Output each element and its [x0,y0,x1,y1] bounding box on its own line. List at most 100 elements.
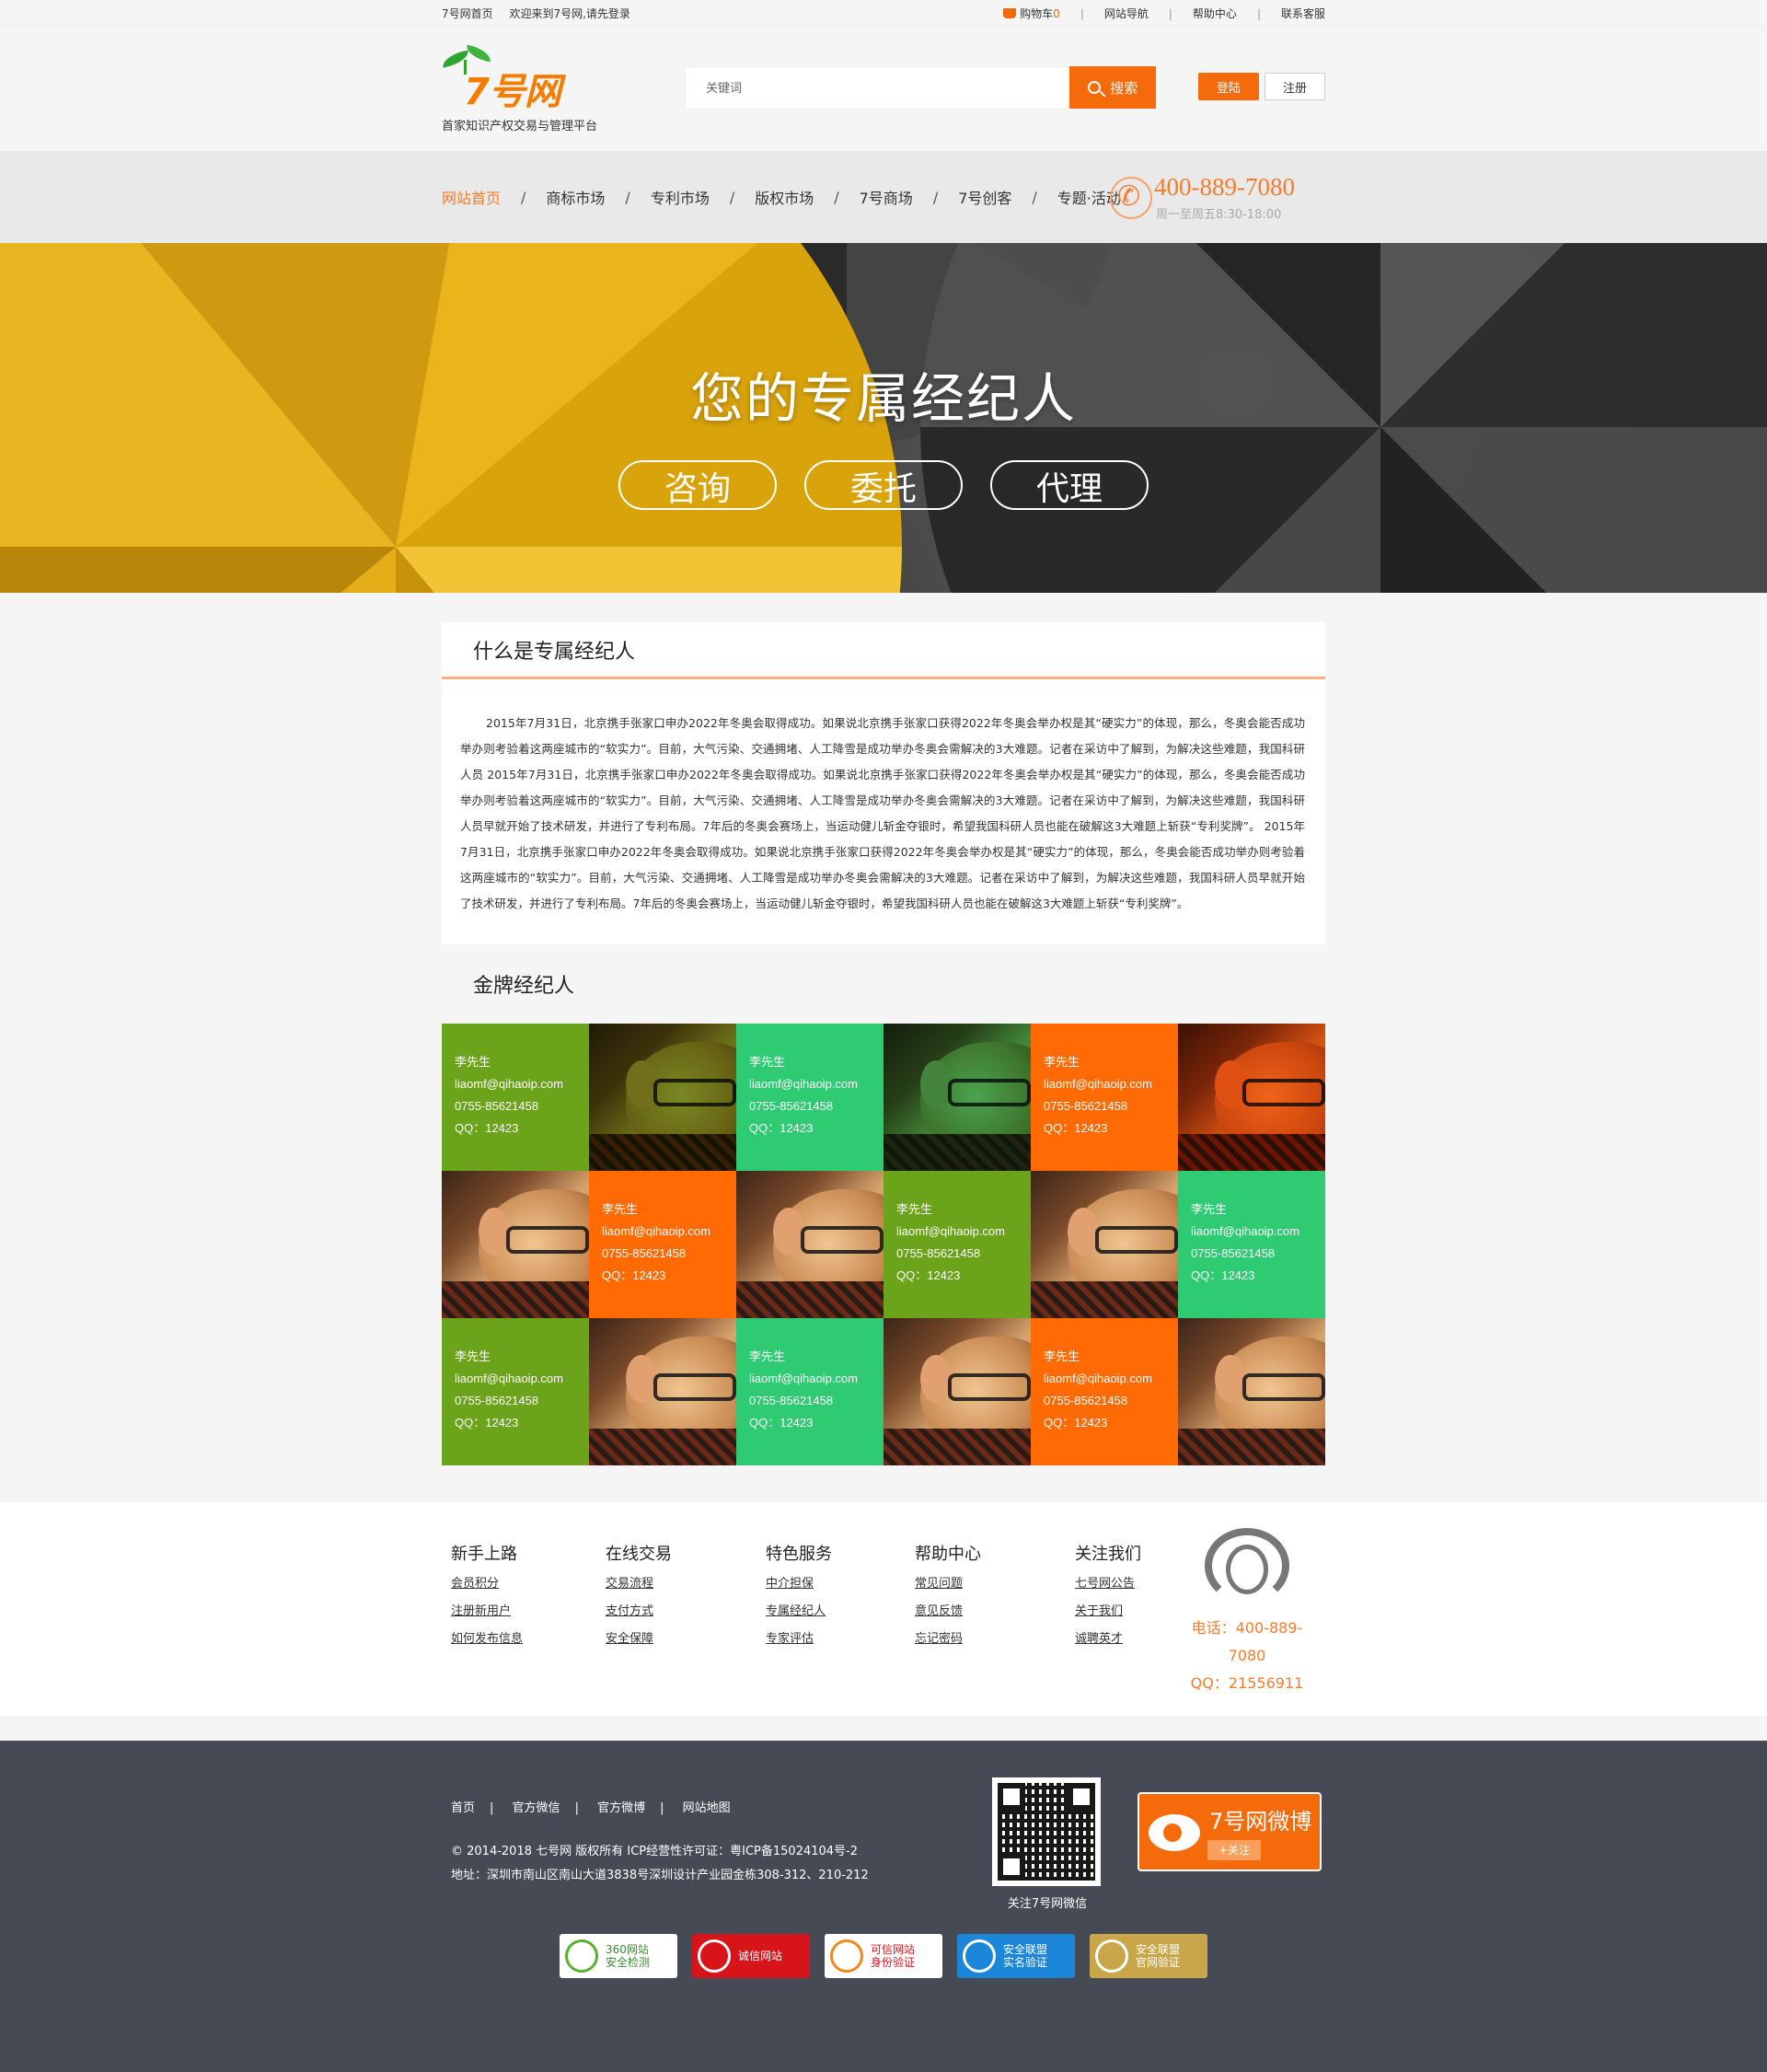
agent-email[interactable]: liaomf@qihaoip.com [455,1073,589,1095]
agent-qq: QQ：12423 [749,1416,814,1430]
trust-badge[interactable]: 可信网站 身份验证 [825,1934,942,1978]
agent-photo [1178,1024,1325,1171]
agent-email[interactable]: liaomf@qihaoip.com [455,1368,589,1390]
divider: | [1168,6,1172,20]
agent-name: 李先生 [602,1202,639,1216]
nav-item[interactable]: 专利市场 [651,186,710,208]
agent-email[interactable]: liaomf@qihaoip.com [749,1073,884,1095]
agent-phone: 0755-85621458 [749,1394,834,1407]
topbar-left: 7号网首页 欢迎来到7号网,请先登录 [442,6,643,21]
agent-info-card: 李先生 liaomf@qihaoip.com 0755-85621458 QQ：124… [1178,1171,1325,1318]
divider: | [490,1801,494,1815]
footer-link[interactable]: 意见反馈 [915,1598,981,1626]
footer-link[interactable]: 支付方式 [606,1598,672,1626]
nav-items: 网站首页 / 商标市场 / 专利市场 / 版权市场/7号商场/7号创客 / 专题·活动 [442,186,1121,208]
search-input[interactable] [685,66,1070,109]
footer-link[interactable]: 专属经纪人 [766,1598,832,1626]
gold-agents-grid: 李先生 liaomf@qihaoip.com 0755-85621458 QQ：124… [442,1024,1325,1465]
agent-info-card: 李先生 liaomf@qihaoip.com 0755-85621458 QQ：124… [1031,1024,1178,1171]
link-column-title: 在线交易 [606,1545,673,1564]
agent-phone: 0755-85621458 [896,1246,981,1260]
qr-pattern [998,1783,1095,1881]
footer-link[interactable]: 中介担保 [766,1570,832,1598]
footer-link[interactable]: 专家评估 [766,1626,832,1653]
service-qq: QQ：21556911 [1190,1674,1304,1692]
agent-email[interactable]: liaomf@qihaoip.com [749,1368,884,1390]
agent-name: 李先生 [1044,1349,1080,1363]
trust-badge[interactable]: 诚信网站 [692,1934,810,1978]
top-bar: 7号网首页 欢迎来到7号网,请先登录 购物车0 | 网站导航 | 帮助中心 | … [0,0,1767,28]
footer-wechat-link[interactable]: 官方微信 [513,1801,560,1815]
headset-icon [1205,1528,1289,1603]
agent-email[interactable]: liaomf@qihaoip.com [1191,1221,1325,1243]
link-column: 关注我们 七号网公告 关于我们 诚聘英才 [1075,1541,1141,1653]
agent-name: 李先生 [749,1055,786,1069]
trust-badge[interactable]: 360网站 安全检测 [560,1934,677,1978]
footer-link[interactable]: 会员积分 [451,1570,523,1598]
photo-tint [589,1024,736,1171]
qr-corner [998,1783,1025,1811]
footer-sitemap-link[interactable]: 网站地图 [683,1801,731,1815]
weibo-follow-button[interactable]: +关注 [1207,1840,1261,1860]
agent-email[interactable]: liaomf@qihaoip.com [1044,1073,1178,1095]
login-button[interactable]: 登陆 [1198,73,1259,100]
badge-line1: 安全联盟 [1003,1943,1048,1956]
footer-link[interactable]: 如何发布信息 [451,1626,523,1653]
search-button[interactable]: 搜索 [1069,66,1156,109]
footer-link[interactable]: 注册新用户 [451,1598,523,1626]
link-columns: 新手上路 会员积分 注册新用户 如何发布信息 在线交易 交易流程 支付方式 安全保障 特色服务中… [442,1541,1141,1653]
footer-link[interactable]: 关于我们 [1075,1598,1141,1626]
agent-email[interactable]: liaomf@qihaoip.com [602,1221,736,1243]
phone-icon [1110,177,1152,219]
hotline-hours: 周一至周五8:30-18:00 [1156,208,1282,222]
consult-button[interactable]: 咨询 [618,460,777,510]
nav-item[interactable]: 7号创客 [958,186,1011,208]
nav-divider: / [625,188,630,206]
weibo-follow-box[interactable]: 7号网微博 +关注 [1138,1792,1322,1871]
footer-link[interactable]: 忘记密码 [915,1626,981,1653]
footer-link[interactable]: 七号网公告 [1075,1570,1141,1598]
trust-badge[interactable]: 安全联盟 官网验证 [1090,1934,1207,1978]
footer-link[interactable]: 安全保障 [606,1626,672,1653]
footer-link[interactable]: 交易流程 [606,1570,672,1598]
contact-link[interactable]: 联系客服 [1281,6,1325,21]
agent-email[interactable]: liaomf@qihaoip.com [896,1221,1031,1243]
intro-title: 什么是专属经纪人 [442,622,1325,679]
nav-item[interactable]: 版权市场 [755,186,814,208]
agent-info-card: 李先生 liaomf@qihaoip.com 0755-85621458 QQ：124… [1031,1318,1178,1465]
hotline-number: 400-889-7080 [1154,173,1295,201]
site-nav-link[interactable]: 网站导航 [1104,6,1149,21]
badge-line2: 安全检测 [606,1956,651,1969]
footer-link[interactable]: 诚聘英才 [1075,1626,1141,1653]
home-link[interactable]: 7号网首页 [442,7,493,20]
badge-text: 诚信网站 [738,1950,782,1962]
cart-link[interactable]: 购物车0 [1003,6,1060,21]
nav-item[interactable]: 商标市场 [546,186,605,208]
footer-home-link[interactable]: 首页 [451,1801,475,1815]
agent-name: 李先生 [896,1202,933,1216]
footer-weibo-link[interactable]: 官方微博 [597,1801,645,1815]
photo-tint [1178,1024,1325,1171]
agent-info-card: 李先生 liaomf@qihaoip.com 0755-85621458 QQ：124… [884,1171,1031,1318]
agency-button[interactable]: 代理 [990,460,1149,510]
nav-item[interactable]: 网站首页 [442,186,501,208]
trust-badge[interactable]: 安全联盟 实名验证 [957,1934,1075,1978]
badge-text: 安全联盟 官网验证 [1136,1943,1180,1969]
entrust-button[interactable]: 委托 [804,460,963,510]
badge-icon [963,1939,996,1973]
agent-qq: QQ：12423 [896,1268,961,1282]
divider: | [1080,6,1084,20]
help-link[interactable]: 帮助中心 [1193,6,1237,21]
nav-divider: / [1032,188,1037,206]
agent-phone: 0755-85621458 [602,1246,687,1260]
customer-service: 电话：400-889-7080 QQ：21556911 [1178,1528,1316,1697]
link-column: 特色服务 中介担保 专属经纪人 专家评估 [766,1541,832,1653]
logo[interactable]: 7号网 [441,40,626,113]
agent-qq: QQ：12423 [602,1268,666,1282]
agent-photo [736,1171,884,1318]
agent-qq: QQ：12423 [749,1121,814,1135]
nav-item[interactable]: 7号商场 [860,186,913,208]
footer-link[interactable]: 常见问题 [915,1570,981,1598]
register-button[interactable]: 注册 [1265,73,1325,100]
agent-email[interactable]: liaomf@qihaoip.com [1044,1368,1178,1390]
